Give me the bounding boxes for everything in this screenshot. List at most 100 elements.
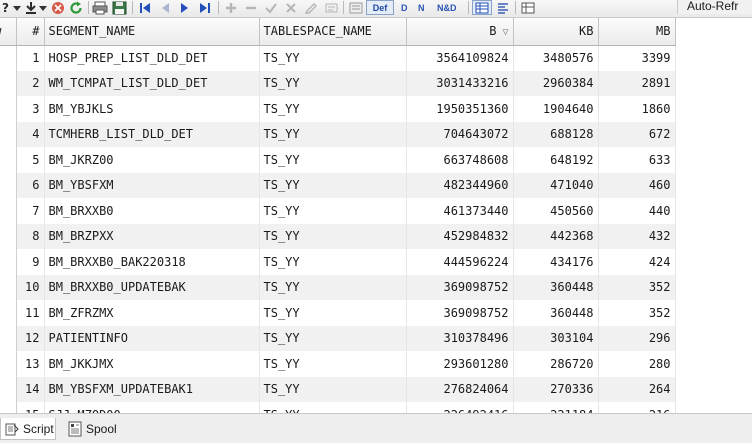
delete-record-icon[interactable] [242, 0, 260, 16]
mb-cell[interactable]: 2891 [598, 70, 676, 96]
row-number-cell[interactable]: 3 [16, 96, 45, 122]
print-icon[interactable] [91, 0, 109, 16]
table-row[interactable]: 6 BM_YBSFXM TS_YY 482344960 471040 460 [0, 172, 676, 198]
segment-name-cell[interactable]: WM_TCMPAT_LIST_DLD_DET [44, 70, 260, 96]
def-value-button[interactable]: Def [366, 0, 394, 15]
last-record-icon[interactable] [196, 0, 214, 16]
segment-name-cell[interactable]: PATIENTINFO [44, 325, 260, 351]
bytes-cell[interactable]: 226492416 [406, 402, 514, 413]
row-indicator-cell[interactable] [0, 70, 17, 96]
bytes-cell[interactable]: 704643072 [406, 121, 514, 147]
mb-cell[interactable]: 672 [598, 121, 676, 147]
column-header-index[interactable]: # [16, 18, 45, 46]
row-indicator-cell[interactable] [0, 274, 17, 300]
tablespace-name-cell[interactable]: TS_YY [259, 402, 407, 413]
row-indicator-cell[interactable] [0, 147, 17, 173]
mb-cell[interactable]: 633 [598, 147, 676, 173]
tablespace-name-cell[interactable]: TS_YY [259, 249, 407, 275]
previous-record-icon[interactable] [156, 0, 174, 16]
refresh-icon[interactable] [68, 0, 84, 16]
bytes-cell[interactable]: 461373440 [406, 198, 514, 224]
tablespace-name-cell[interactable]: TS_YY [259, 300, 407, 326]
table-row[interactable]: 14 BM_YBSFXM_UPDATEBAK1 TS_YY 276824064 2703… [0, 376, 676, 402]
table-row[interactable]: 4 TCMHERB_LIST_DLD_DET TS_YY 704643072 68812… [0, 121, 676, 147]
help-icon[interactable]: ? [0, 0, 12, 16]
kb-cell[interactable]: 270336 [513, 376, 599, 402]
tab-spool[interactable]: Spool [65, 418, 135, 440]
save-icon[interactable] [110, 0, 128, 16]
result-grid[interactable]: ow # SEGMENT_NAME TABLESPACE_NAME B▽ KB … [0, 18, 752, 413]
record-lock-icon[interactable] [302, 0, 320, 16]
row-number-cell[interactable]: 1 [16, 45, 45, 71]
table-row[interactable]: 2 WM_TCMPAT_LIST_DLD_DET TS_YY 3031433216 29… [0, 70, 676, 96]
row-number-cell[interactable]: 2 [16, 70, 45, 96]
table-row[interactable]: 9 BM_BRXXB0_BAK220318 TS_YY 444596224 434176… [0, 249, 676, 275]
row-number-cell[interactable]: 15 [16, 402, 45, 413]
row-indicator-cell[interactable] [0, 96, 17, 122]
tablespace-name-cell[interactable]: TS_YY [259, 96, 407, 122]
table-row[interactable]: 10 BM_BRXXB0_UPDATEBAK TS_YY 369098752 36044… [0, 274, 676, 300]
mb-cell[interactable]: 296 [598, 325, 676, 351]
row-number-cell[interactable]: 9 [16, 249, 45, 275]
kb-cell[interactable]: 450560 [513, 198, 599, 224]
bytes-cell[interactable]: 293601280 [406, 351, 514, 377]
clear-icon[interactable] [50, 0, 66, 16]
column-header-tablespace-name[interactable]: TABLESPACE_NAME [259, 18, 407, 46]
row-number-cell[interactable]: 13 [16, 351, 45, 377]
segment-name-cell[interactable]: BM_BRXXB0_BAK220318 [44, 249, 260, 275]
kb-cell[interactable]: 286720 [513, 351, 599, 377]
mb-cell[interactable]: 424 [598, 249, 676, 275]
tablespace-name-cell[interactable]: TS_YY [259, 147, 407, 173]
bytes-cell[interactable]: 3031433216 [406, 70, 514, 96]
segment-name-cell[interactable]: TCMHERB_LIST_DLD_DET [44, 121, 260, 147]
table-row[interactable]: 11 BM_ZFRZMX TS_YY 369098752 360448 352 [0, 300, 676, 326]
row-indicator-cell[interactable] [0, 121, 17, 147]
row-number-cell[interactable]: 4 [16, 121, 45, 147]
kb-cell[interactable]: 648192 [513, 147, 599, 173]
column-header-bytes[interactable]: B ▽ [406, 18, 514, 46]
column-header-segment-name[interactable]: SEGMENT_NAME [44, 18, 260, 46]
kb-cell[interactable]: 303104 [513, 325, 599, 351]
tablespace-name-cell[interactable]: TS_YY [259, 351, 407, 377]
table-row[interactable]: 5 BM_JKRZ00 TS_YY 663748608 648192 633 [0, 147, 676, 173]
bytes-cell[interactable]: 1950351360 [406, 96, 514, 122]
tablespace-name-cell[interactable]: TS_YY [259, 198, 407, 224]
row-indicator-cell[interactable] [0, 402, 17, 413]
bytes-cell[interactable]: 482344960 [406, 172, 514, 198]
d-value-button[interactable]: D [401, 0, 411, 16]
row-number-cell[interactable]: 11 [16, 300, 45, 326]
mb-cell[interactable]: 432 [598, 223, 676, 249]
row-indicator-cell[interactable] [0, 223, 17, 249]
row-number-cell[interactable]: 10 [16, 274, 45, 300]
kb-cell[interactable]: 360448 [513, 300, 599, 326]
tablespace-name-cell[interactable]: TS_YY [259, 274, 407, 300]
query-by-example-icon[interactable] [519, 0, 537, 16]
kb-cell[interactable]: 1904640 [513, 96, 599, 122]
segment-name-cell[interactable]: BM_JKRZ00 [44, 147, 260, 173]
table-row[interactable]: 1 HOSP_PREP_LIST_DLD_DET TS_YY 3564109824 34… [0, 45, 676, 71]
n-value-button[interactable]: N [418, 0, 430, 16]
kb-cell[interactable]: 434176 [513, 249, 599, 275]
dropdown-arrow-icon[interactable] [12, 0, 22, 16]
grid-view-icon[interactable] [472, 0, 492, 15]
table-row[interactable]: 13 BM_JKKJMX TS_YY 293601280 286720 280 [0, 351, 676, 377]
cancel-edit-icon[interactable] [282, 0, 300, 16]
kb-cell[interactable]: 2960384 [513, 70, 599, 96]
tablespace-name-cell[interactable]: TS_YY [259, 376, 407, 402]
bytes-cell[interactable]: 663748608 [406, 147, 514, 173]
row-indicator-cell[interactable] [0, 300, 17, 326]
next-record-icon[interactable] [176, 0, 194, 16]
bytes-cell[interactable]: 276824064 [406, 376, 514, 402]
segment-name-cell[interactable]: BM_BRZPXX [44, 223, 260, 249]
mb-cell[interactable]: 264 [598, 376, 676, 402]
row-indicator-cell[interactable] [0, 376, 17, 402]
table-row[interactable]: 3 BM_YBJKLS TS_YY 1950351360 1904640 1860 [0, 96, 676, 122]
segment-name-cell[interactable]: BM_JKKJMX [44, 351, 260, 377]
insert-record-icon[interactable] [222, 0, 240, 16]
row-number-cell[interactable]: 12 [16, 325, 45, 351]
row-indicator-cell[interactable] [0, 45, 17, 71]
segment-name-cell[interactable]: BM_BRXXB0_UPDATEBAK [44, 274, 260, 300]
table-row[interactable]: 8 BM_BRZPXX TS_YY 452984832 442368 432 [0, 223, 676, 249]
table-row[interactable]: 12 PATIENTINFO TS_YY 310378496 303104 296 [0, 325, 676, 351]
row-number-cell[interactable]: 5 [16, 147, 45, 173]
